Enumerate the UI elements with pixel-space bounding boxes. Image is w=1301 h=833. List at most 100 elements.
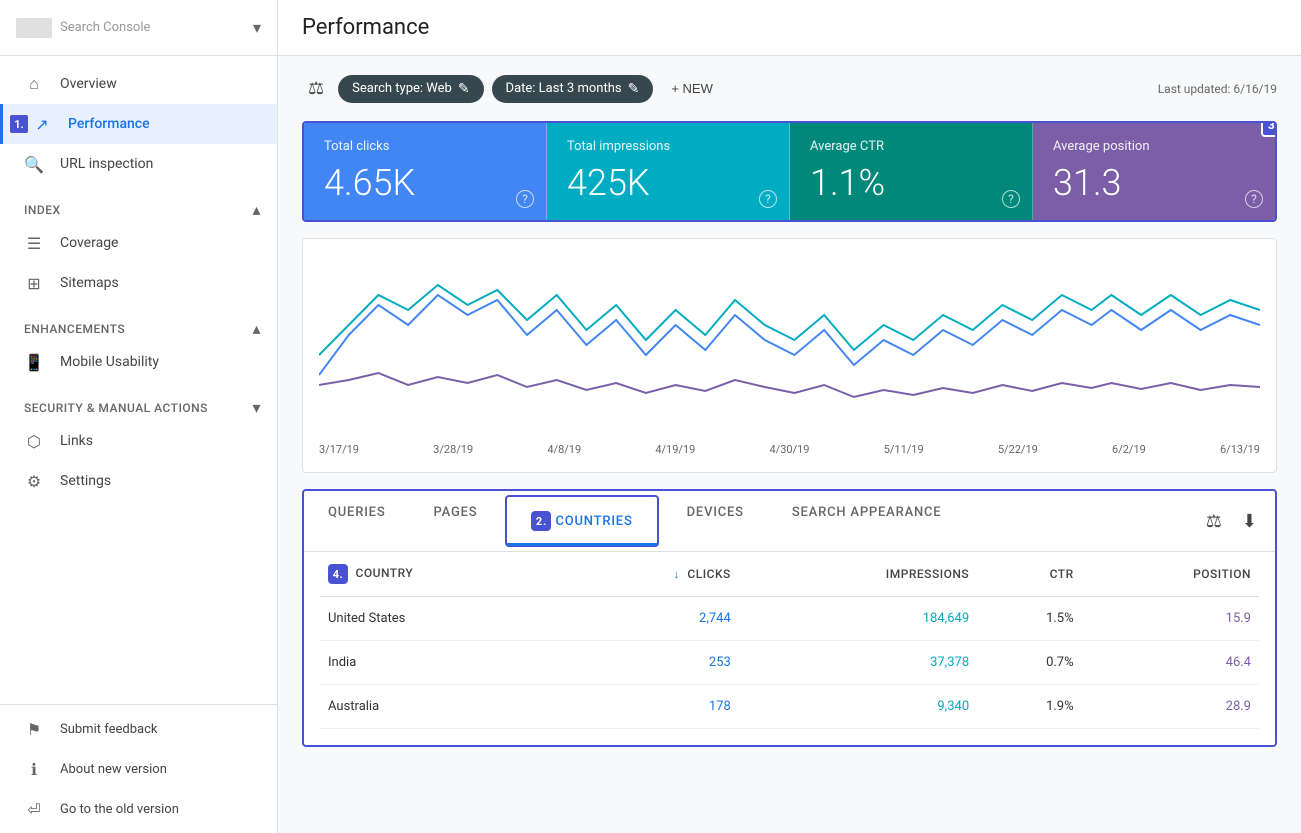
performance-badge: 1.	[8, 113, 30, 135]
help-icon[interactable]: ?	[1002, 190, 1020, 208]
metric-card-average-ctr[interactable]: Average CTR 1.1% ?	[790, 123, 1033, 220]
filter-table-button[interactable]: ⚖	[1200, 505, 1228, 538]
chevron-up-icon: ▴	[252, 200, 261, 219]
country-name: United States	[320, 597, 563, 641]
chart-date-label: 4/30/19	[770, 443, 810, 456]
column-header-clicks[interactable]: ↓ Clicks	[563, 552, 739, 597]
sidebar-item-sitemaps[interactable]: ⊞ Sitemaps	[0, 263, 277, 303]
logo-text: Search Console	[60, 20, 253, 35]
metric-label: Total impressions	[567, 139, 769, 154]
metric-card-total-impressions[interactable]: Total impressions 425K ?	[547, 123, 790, 220]
table-row: United States 2,744 184,649 1.5% 15.9	[320, 597, 1259, 641]
enhancements-section-header[interactable]: Enhancements ▴	[0, 303, 277, 342]
chart-date-label: 5/22/19	[998, 443, 1038, 456]
column-header-ctr[interactable]: CTR	[977, 552, 1081, 597]
edit-icon: ✎	[458, 81, 470, 97]
table-container: 4. Country ↓ Clicks Impressions CTR Posi…	[304, 552, 1275, 745]
date-chip[interactable]: Date: Last 3 months ✎	[492, 75, 654, 103]
help-icon[interactable]: ?	[759, 190, 777, 208]
sidebar-item-overview[interactable]: ⌂ Overview	[0, 64, 277, 104]
feedback-icon: ⚑	[24, 719, 44, 739]
column-header-impressions[interactable]: Impressions	[739, 552, 977, 597]
sidebar-item-links[interactable]: ⬡ Links	[0, 421, 277, 461]
metric-card-average-position[interactable]: Average position 31.3 ? 3.	[1033, 123, 1275, 220]
logo-box	[16, 18, 52, 38]
tab-devices[interactable]: DEVICES	[663, 491, 768, 551]
countries-table: 4. Country ↓ Clicks Impressions CTR Posi…	[320, 552, 1259, 729]
metric-card-total-clicks[interactable]: Total clicks 4.65K ?	[304, 123, 547, 220]
sidebar-item-label: Sitemaps	[60, 275, 119, 291]
column-header-position[interactable]: Position	[1082, 552, 1259, 597]
clicks-value[interactable]: 178	[563, 685, 739, 729]
chevron-down-icon[interactable]: ▾	[253, 18, 261, 37]
tab-countries[interactable]: 2. COUNTRIES	[505, 495, 658, 547]
help-icon[interactable]: ?	[1245, 190, 1263, 208]
download-button[interactable]: ⬇	[1236, 505, 1263, 538]
metric-label: Total clicks	[324, 139, 526, 154]
sidebar-item-performance[interactable]: 1. ↗ Performance	[0, 104, 277, 144]
main-content: Performance ⚖ Search type: Web ✎ Date: L…	[278, 0, 1301, 833]
badge-3: 3.	[1261, 121, 1277, 137]
sidebar-item-label: Overview	[60, 76, 117, 92]
toolbar: ⚖ Search type: Web ✎ Date: Last 3 months…	[302, 72, 1277, 105]
chart-container: 3/17/19 3/28/19 4/8/19 4/19/19 4/30/19 5…	[302, 238, 1277, 473]
sidebar-item-coverage[interactable]: ☰ Coverage	[0, 223, 277, 263]
main-body: ⚖ Search type: Web ✎ Date: Last 3 months…	[278, 56, 1301, 833]
tab-search-appearance[interactable]: SEARCH APPEARANCE	[768, 491, 966, 551]
help-icon[interactable]: ?	[516, 190, 534, 208]
submit-feedback-button[interactable]: ⚑ Submit feedback	[0, 709, 277, 749]
sidebar-item-label: Links	[60, 433, 93, 449]
clicks-value[interactable]: 253	[563, 641, 739, 685]
chevron-up-icon: ▴	[252, 319, 261, 338]
clicks-value[interactable]: 2,744	[563, 597, 739, 641]
sidebar-header: Search Console ▾	[0, 0, 277, 56]
settings-icon: ⚙	[24, 471, 44, 491]
new-button[interactable]: + NEW	[661, 75, 723, 102]
performance-chart	[319, 255, 1260, 435]
tabs-header: QUERIES PAGES 2. COUNTRIES DEVICES SEARC…	[304, 491, 1275, 552]
sidebar-item-label: Settings	[60, 473, 111, 489]
table-row: Australia 178 9,340 1.9% 28.9	[320, 685, 1259, 729]
ctr-value: 1.9%	[977, 685, 1081, 729]
info-icon: ℹ	[24, 759, 44, 779]
grid-icon: ⊞	[24, 273, 44, 293]
metric-label: Average CTR	[810, 139, 1012, 154]
security-section-header[interactable]: Security & Manual Actions ▾	[0, 382, 277, 421]
position-value: 28.9	[1082, 685, 1259, 729]
filter-button[interactable]: ⚖	[302, 72, 330, 105]
tab-countries-label: COUNTRIES	[555, 514, 632, 529]
sidebar-item-label: Mobile Usability	[60, 354, 159, 370]
tab-pages[interactable]: PAGES	[410, 491, 502, 551]
impressions-value[interactable]: 184,649	[739, 597, 977, 641]
sort-icon: ↓	[673, 567, 680, 581]
impressions-value[interactable]: 9,340	[739, 685, 977, 729]
metric-value: 1.1%	[810, 162, 1012, 204]
sidebar-navigation: ⌂ Overview 1. ↗ Performance 🔍 URL inspec…	[0, 56, 277, 704]
go-to-old-version-button[interactable]: ⏎ Go to the old version	[0, 789, 277, 829]
footer-label: Submit feedback	[60, 722, 157, 737]
impressions-value[interactable]: 37,378	[739, 641, 977, 685]
tab-badge-2: 2.	[531, 511, 551, 531]
footer-label: About new version	[60, 762, 167, 777]
search-type-chip[interactable]: Search type: Web ✎	[338, 75, 483, 103]
sidebar-item-url-inspection[interactable]: 🔍 URL inspection	[0, 144, 277, 184]
about-new-version-button[interactable]: ℹ About new version	[0, 749, 277, 789]
sidebar-item-mobile-usability[interactable]: 📱 Mobile Usability	[0, 342, 277, 382]
home-icon: ⌂	[24, 74, 44, 94]
date-label: Date: Last 3 months	[506, 81, 622, 96]
tab-queries[interactable]: QUERIES	[304, 491, 410, 551]
chart-date-label: 6/2/19	[1112, 443, 1146, 456]
sidebar-item-label: Coverage	[60, 235, 118, 251]
sidebar-item-label: URL inspection	[60, 156, 153, 172]
ctr-value: 1.5%	[977, 597, 1081, 641]
metric-label: Average position	[1053, 139, 1255, 154]
ctr-value: 0.7%	[977, 641, 1081, 685]
index-section-header[interactable]: Index ▴	[0, 184, 277, 223]
sidebar-item-label: Performance	[68, 116, 150, 132]
chart-date-label: 4/8/19	[547, 443, 581, 456]
footer-label: Go to the old version	[60, 802, 179, 817]
security-section-label: Security & Manual Actions	[24, 401, 208, 415]
last-updated-text: Last updated: 6/16/19	[1158, 82, 1277, 96]
sidebar-item-settings[interactable]: ⚙ Settings	[0, 461, 277, 501]
tabs-container: QUERIES PAGES 2. COUNTRIES DEVICES SEARC…	[302, 489, 1277, 747]
